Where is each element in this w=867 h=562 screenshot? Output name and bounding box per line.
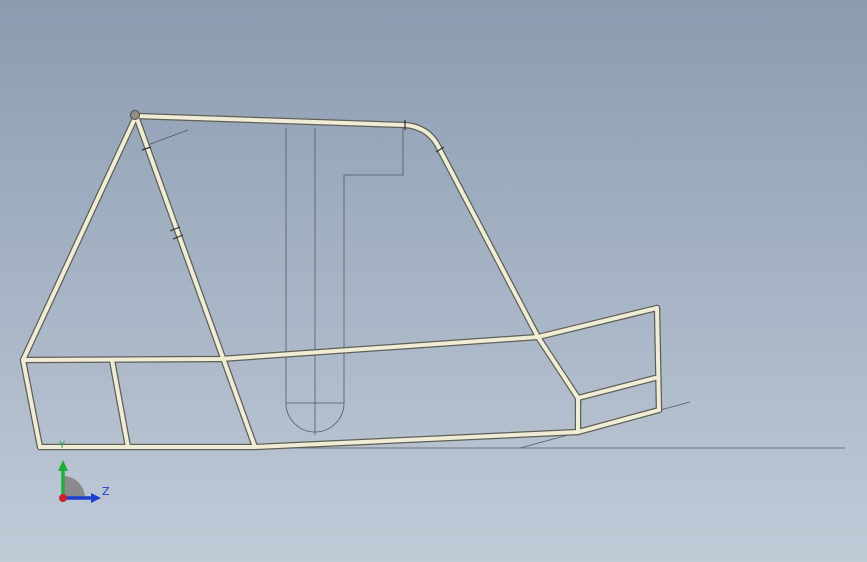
y-axis-label: Y (59, 440, 66, 451)
sketch-corner-line (144, 129, 189, 147)
diagonal-brace-tube (134, 114, 257, 449)
front-vertical-tube (21, 358, 42, 449)
joint-marks (141, 120, 445, 240)
lower-frame-rail-tube (38, 408, 661, 449)
front-mid-vertical-tube (110, 358, 130, 449)
y-axis-arrowhead (58, 460, 68, 471)
front-pillar-tube (21, 114, 138, 362)
rear-end-vertical-tube (655, 306, 661, 412)
orientation-triad[interactable]: Y Z (50, 440, 120, 510)
z-axis-label: Z (102, 485, 110, 498)
triad-plane-shading (63, 476, 85, 498)
tube-bodies (21, 114, 661, 449)
sketch-profile (285, 128, 404, 433)
tube-end-cap (130, 110, 140, 120)
3d-viewport[interactable]: Y Z (0, 0, 867, 562)
x-axis-dot (59, 494, 67, 502)
roll-cage-model[interactable] (0, 0, 867, 562)
z-axis-arrowhead (91, 493, 101, 503)
